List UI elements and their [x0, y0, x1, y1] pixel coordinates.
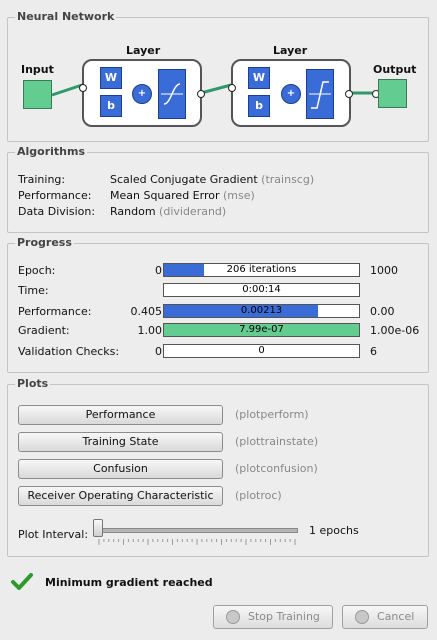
algorithms-title: Algorithms — [15, 145, 88, 158]
output-node — [378, 79, 407, 108]
plot-performance-hint: (plotperform) — [235, 408, 309, 421]
stop-icon — [226, 610, 240, 624]
output-label: Output — [373, 63, 417, 76]
data-division-hint: (dividerand) — [159, 205, 227, 218]
gradient-start: 1.00 — [137, 324, 163, 337]
status-message: Minimum gradient reached — [45, 576, 213, 589]
data-division-label: Data Division: — [18, 205, 96, 218]
performance-label: Performance: — [18, 305, 92, 318]
performance-fn: Mean Squared Error — [110, 189, 220, 202]
input-node — [23, 80, 52, 109]
training-value: Scaled Conjugate Gradient (trainscg) — [110, 173, 314, 186]
cancel-icon — [355, 610, 369, 624]
plot-performance-button[interactable]: Performance — [18, 405, 223, 425]
epoch-min: 0 — [155, 264, 162, 277]
stop-training-label: Stop Training — [248, 610, 320, 623]
plot-interval-thumb[interactable] — [93, 519, 103, 537]
performance-fn-value: Mean Squared Error (mse) — [110, 189, 255, 202]
layer-2-title: Layer — [273, 44, 308, 57]
training-label: Training: — [18, 173, 66, 186]
plot-training-state-button[interactable]: Training State — [18, 432, 223, 452]
time-bar: 0:00:14 — [163, 283, 360, 297]
validation-max: 6 — [370, 345, 377, 358]
bias-b-1: b — [100, 95, 122, 117]
performance-start: 0.405 — [130, 305, 163, 318]
epoch-progress-text: 206 iterations — [226, 264, 297, 275]
validation-bar: 0 — [163, 344, 360, 358]
plot-interval-ticks — [98, 539, 296, 545]
performance-fn-label: Performance: — [18, 189, 92, 202]
cancel-button[interactable]: Cancel — [342, 605, 428, 629]
epoch-label: Epoch: — [18, 264, 56, 277]
data-division-value: Random (dividerand) — [110, 205, 226, 218]
plots-title: Plots — [15, 377, 51, 390]
layer-2-in-node — [228, 84, 236, 92]
stop-training-button[interactable]: Stop Training — [213, 605, 333, 629]
time-text: 0:00:14 — [242, 284, 281, 295]
plot-interval-label: Plot Interval: — [18, 528, 89, 541]
layer-2-out-node — [345, 90, 353, 98]
progress-title: Progress — [15, 236, 74, 249]
plot-training-state-hint: (plottrainstate) — [235, 435, 319, 448]
plot-roc-button[interactable]: Receiver Operating Characteristic — [18, 486, 223, 506]
layer-1-in-node — [79, 84, 87, 92]
time-label: Time: — [18, 284, 49, 297]
performance-bar: 0.00213 — [163, 304, 360, 318]
activation-1-icon — [158, 69, 186, 119]
validation-label: Validation Checks: — [18, 345, 120, 358]
layer-1-title: Layer — [126, 44, 161, 57]
plot-confusion-button[interactable]: Confusion — [18, 459, 223, 479]
input-label: Input — [21, 63, 54, 76]
network-connections — [51, 77, 378, 106]
performance-text: 0.00213 — [240, 305, 283, 316]
validation-min: 0 — [155, 345, 162, 358]
validation-text: 0 — [258, 345, 265, 356]
gradient-goal: 1.00e-06 — [370, 324, 420, 337]
training-hint: (trainscg) — [261, 173, 315, 186]
bias-b-2: b — [248, 95, 270, 117]
performance-fn-hint: (mse) — [222, 189, 255, 202]
layer-1-out-node — [197, 90, 205, 98]
sum-plus-2: + — [281, 84, 301, 104]
gradient-bar: 7.99e-07 — [163, 323, 360, 337]
cancel-label: Cancel — [377, 610, 415, 623]
plot-interval-value: 1 epochs — [309, 524, 359, 537]
plot-roc-hint: (plotroc) — [235, 489, 282, 502]
weight-w-1: W — [100, 67, 122, 89]
gradient-text: 7.99e-07 — [239, 324, 284, 335]
data-division: Random — [110, 205, 156, 218]
weight-w-2: W — [248, 67, 270, 89]
gradient-label: Gradient: — [18, 324, 70, 337]
plot-confusion-hint: (plotconfusion) — [235, 462, 318, 475]
checkmark-icon — [11, 572, 33, 595]
plot-interval-slider[interactable] — [98, 528, 298, 533]
epoch-progress-bar: 206 iterations — [163, 263, 360, 277]
performance-goal: 0.00 — [370, 305, 395, 318]
sum-plus-1: + — [132, 84, 152, 104]
training-algorithm: Scaled Conjugate Gradient — [110, 173, 258, 186]
epoch-max: 1000 — [370, 264, 398, 277]
activation-2-icon — [306, 69, 334, 119]
